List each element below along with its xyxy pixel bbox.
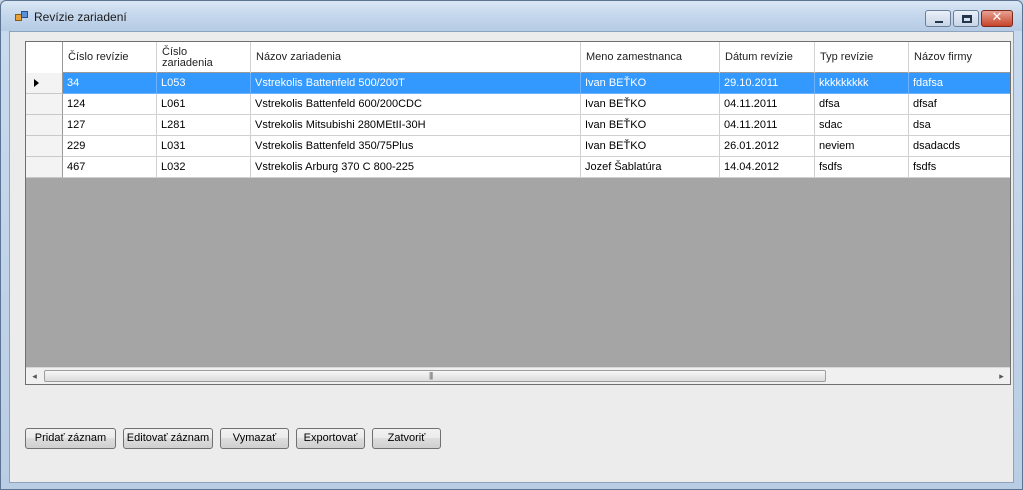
scroll-left-icon[interactable]: ◂: [26, 368, 43, 384]
table-cell[interactable]: fdafsa: [909, 73, 1010, 94]
scrollbar-thumb[interactable]: |||: [44, 370, 826, 382]
table-cell[interactable]: 467: [63, 157, 157, 178]
table-cell[interactable]: 29.10.2011: [720, 73, 815, 94]
main-window: Revízie zariadení ✕ Číslo revízie Číslo …: [0, 0, 1023, 490]
table-cell[interactable]: sdac: [815, 115, 909, 136]
table-cell[interactable]: dfsa: [815, 94, 909, 115]
table-cell[interactable]: kkkkkkkkk: [815, 73, 909, 94]
close-form-button[interactable]: Zatvoriť: [372, 428, 441, 449]
grid-header: Číslo revízie Číslo zariadenia Názov zar…: [26, 42, 1010, 73]
table-cell[interactable]: dsadacds: [909, 136, 1010, 157]
maximize-icon: [962, 15, 972, 23]
table-cell[interactable]: dsa: [909, 115, 1010, 136]
table-cell[interactable]: 26.01.2012: [720, 136, 815, 157]
minimize-icon: [935, 21, 943, 23]
table-cell[interactable]: 04.11.2011: [720, 94, 815, 115]
column-header-datum-revizie[interactable]: Dátum revízie: [720, 42, 815, 73]
row-header[interactable]: [26, 157, 63, 178]
table-cell[interactable]: L061: [157, 94, 251, 115]
row-header-corner[interactable]: [26, 42, 63, 73]
table-cell[interactable]: neviem: [815, 136, 909, 157]
row-header[interactable]: [26, 73, 63, 94]
table-row[interactable]: 34 L053 Vstrekolis Battenfeld 500/200T I…: [26, 73, 1010, 94]
table-cell[interactable]: Vstrekolis Battenfeld 600/200CDC: [251, 94, 581, 115]
close-window-button[interactable]: ✕: [981, 10, 1013, 27]
column-header-nazov-firmy[interactable]: Názov firmy: [909, 42, 1010, 73]
column-header-nazov-zariadenia[interactable]: Názov zariadenia: [251, 42, 581, 73]
table-cell[interactable]: Ivan BEŤKO: [581, 73, 720, 94]
table-cell[interactable]: Ivan BEŤKO: [581, 136, 720, 157]
column-header-cislo-revizie[interactable]: Číslo revízie: [63, 42, 157, 73]
table-cell[interactable]: L281: [157, 115, 251, 136]
table-row[interactable]: 127 L281 Vstrekolis Mitsubishi 280MEtII-…: [26, 115, 1010, 136]
table-cell[interactable]: Jozef Šablatúra: [581, 157, 720, 178]
column-header-typ-revizie[interactable]: Typ revízie: [815, 42, 909, 73]
export-button[interactable]: Exportovať: [296, 428, 365, 449]
maximize-button[interactable]: [953, 10, 979, 27]
delete-button[interactable]: Vymazať: [220, 428, 289, 449]
row-header[interactable]: [26, 115, 63, 136]
table-row[interactable]: 467 L032 Vstrekolis Arburg 370 C 800-225…: [26, 157, 1010, 178]
table-cell[interactable]: Ivan BEŤKO: [581, 115, 720, 136]
table-row[interactable]: 229 L031 Vstrekolis Battenfeld 350/75Plu…: [26, 136, 1010, 157]
column-header-meno-zamestnanca[interactable]: Meno zamestnanca: [581, 42, 720, 73]
table-cell[interactable]: L031: [157, 136, 251, 157]
table-cell[interactable]: 04.11.2011: [720, 115, 815, 136]
horizontal-scrollbar[interactable]: ◂ ||| ▸: [26, 367, 1010, 384]
table-cell[interactable]: L053: [157, 73, 251, 94]
minimize-button[interactable]: [925, 10, 951, 27]
table-cell[interactable]: 14.04.2012: [720, 157, 815, 178]
table-cell[interactable]: dfsaf: [909, 94, 1010, 115]
scrollbar-grip-icon: |||: [429, 371, 433, 380]
table-row[interactable]: 124 L061 Vstrekolis Battenfeld 600/200CD…: [26, 94, 1010, 115]
table-cell[interactable]: Vstrekolis Arburg 370 C 800-225: [251, 157, 581, 178]
table-cell[interactable]: Vstrekolis Battenfeld 500/200T: [251, 73, 581, 94]
app-icon: [15, 11, 29, 23]
scroll-right-icon[interactable]: ▸: [993, 368, 1010, 384]
edit-record-button[interactable]: Editovať záznam: [123, 428, 213, 449]
form-client-area: Číslo revízie Číslo zariadenia Názov zar…: [9, 31, 1014, 483]
window-title: Revízie zariadení: [34, 10, 127, 24]
title-bar[interactable]: Revízie zariadení ✕: [1, 1, 1022, 31]
table-cell[interactable]: fsdfs: [909, 157, 1010, 178]
table-cell[interactable]: 229: [63, 136, 157, 157]
table-cell[interactable]: L032: [157, 157, 251, 178]
table-cell[interactable]: Ivan BEŤKO: [581, 94, 720, 115]
table-cell[interactable]: Vstrekolis Battenfeld 350/75Plus: [251, 136, 581, 157]
table-cell[interactable]: 124: [63, 94, 157, 115]
table-cell[interactable]: 34: [63, 73, 157, 94]
current-row-arrow-icon: [34, 79, 39, 87]
revisions-grid[interactable]: Číslo revízie Číslo zariadenia Názov zar…: [25, 41, 1011, 385]
table-cell[interactable]: Vstrekolis Mitsubishi 280MEtII-30H: [251, 115, 581, 136]
row-header[interactable]: [26, 94, 63, 115]
add-record-button[interactable]: Pridať záznam: [25, 428, 116, 449]
row-header[interactable]: [26, 136, 63, 157]
table-cell[interactable]: 127: [63, 115, 157, 136]
table-cell[interactable]: fsdfs: [815, 157, 909, 178]
column-header-cislo-zariadenia[interactable]: Číslo zariadenia: [157, 42, 251, 73]
close-icon: ✕: [991, 10, 1003, 25]
